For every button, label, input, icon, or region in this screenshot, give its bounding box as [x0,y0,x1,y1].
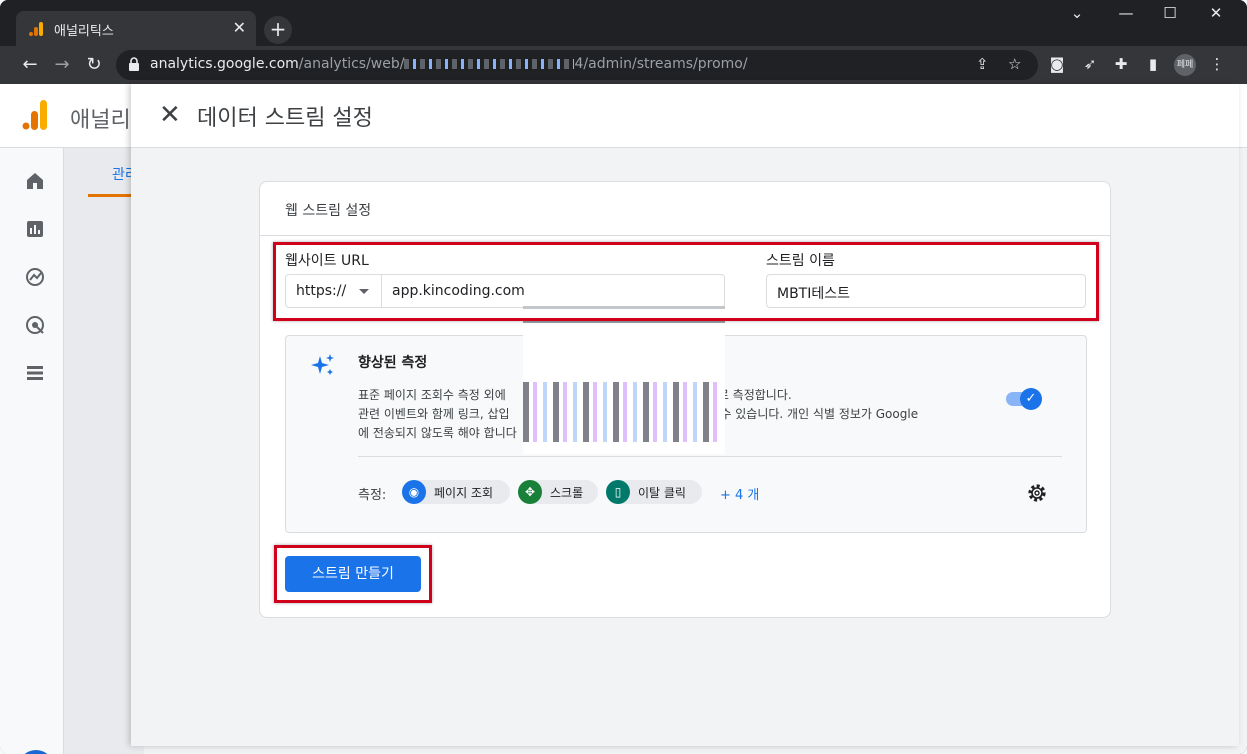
tab-strip: 애널리틱스 ✕ + ⌄ — ☐ ✕ [0,0,1247,46]
forward-icon[interactable]: → [50,54,74,75]
panel-header: ✕ 데이터 스트림 설정 [131,84,1239,148]
back-icon[interactable]: ← [18,54,42,75]
side-panel-icon[interactable]: ▮ [1143,55,1163,73]
desc-line-2: 관련 이벤트와 함께 링크, 삽입 [358,407,510,421]
maximize-button[interactable]: ☐ [1150,4,1190,22]
card-title: 웹 스트림 설정 [285,203,372,219]
url-text: analytics.google.com/analytics/web/4/adm… [150,56,748,72]
enhanced-toggle-check-icon[interactable]: ✓ [1020,388,1042,410]
chip-page-view: ◉ 페이지 조회 [402,480,510,504]
redacted-text-pixels [523,382,723,442]
analytics-favicon-icon [29,22,43,36]
settings-gear-icon[interactable] [1026,482,1048,504]
cursor-extension-icon[interactable]: ➶ [1080,55,1100,73]
advertising-icon[interactable] [24,314,46,336]
home-icon[interactable] [24,170,46,192]
ga-app-title: 애널리 [70,108,131,133]
admin-gear-button[interactable] [18,750,54,754]
highlight-url-stream-fields [273,242,1099,321]
measure-label: 측정: [358,488,387,503]
highlight-create-button [274,545,432,603]
camera-icon[interactable]: ◙ [1047,55,1067,73]
eye-icon: ◉ [402,480,426,504]
chip-scroll: ✥ 스크롤 [518,480,598,504]
more-events-link[interactable]: + 4 개 [720,484,759,503]
tab-title: 애널리틱스 [54,24,114,39]
list-icon[interactable] [24,362,46,384]
minimize-button[interactable]: — [1106,4,1146,22]
url-redacted-segment [404,59,575,69]
chip-label: 스크롤 [550,486,584,500]
stream-settings-panel: ✕ 데이터 스트림 설정 웹 스트림 설정 웹사이트 URL https:// … [131,84,1239,746]
scroll-icon: ✥ [518,480,542,504]
close-window-button[interactable]: ✕ [1196,4,1236,22]
close-panel-icon[interactable]: ✕ [159,100,181,130]
card-divider [260,235,1110,236]
chip-label: 페이지 조회 [434,486,494,500]
explore-icon[interactable] [24,266,46,288]
tab-close-icon[interactable]: ✕ [233,18,246,37]
gear-icon [18,750,54,754]
bookmark-star-icon[interactable]: ☆ [1008,55,1021,73]
chip-label: 이탈 클릭 [638,486,686,500]
chip-outbound-click: ▯ 이탈 클릭 [606,480,702,504]
share-icon[interactable]: ⇪ [976,55,989,73]
browser-window: 애널리틱스 ✕ + ⌄ — ☐ ✕ ← → ↻ analytics.google… [0,0,1247,754]
desc-line-3: 에 전송되지 않도록 해야 합니다 [358,426,517,440]
left-nav [0,148,64,754]
reports-icon[interactable] [24,218,46,240]
page-area: 애널리 관리 ✕ 데이터 스트림 설정 웹 스트림 설정 웹사이트 URL ht… [0,84,1247,754]
desc-line-1: 표준 페이지 조회수 측정 외에 [358,388,506,402]
browser-toolbar: ← → ↻ analytics.google.com/analytics/web… [0,46,1247,84]
sparkle-icon [311,354,334,375]
panel-title: 데이터 스트림 설정 [197,106,373,131]
mouse-icon: ▯ [606,480,630,504]
profile-avatar[interactable]: 페페 [1174,54,1196,76]
measure-divider [358,456,1062,457]
browser-tab[interactable]: 애널리틱스 ✕ [16,11,256,46]
new-tab-button[interactable]: + [264,16,292,44]
enhanced-measurement-title: 향상된 측정 [358,355,428,371]
lock-icon [129,57,139,71]
address-bar[interactable]: analytics.google.com/analytics/web/4/adm… [116,50,1038,80]
extensions-puzzle-icon[interactable]: ✚ [1111,55,1131,73]
reload-icon[interactable]: ↻ [82,54,106,75]
tab-search-icon[interactable]: ⌄ [1057,4,1097,22]
menu-kebab-icon[interactable]: ⋮ [1207,55,1227,73]
analytics-logo-icon [22,100,47,130]
